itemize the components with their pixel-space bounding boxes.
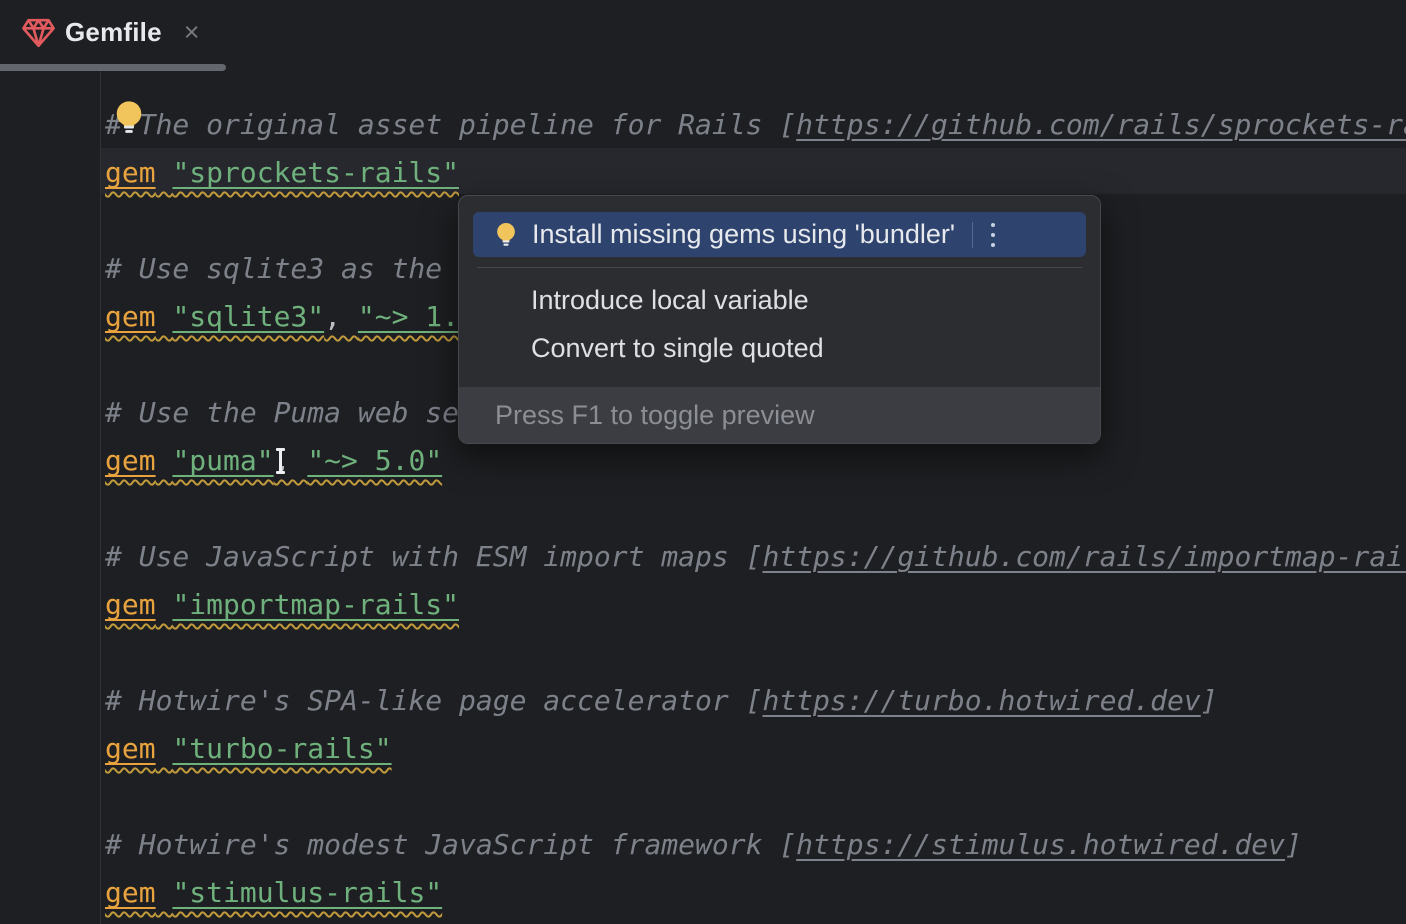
code-line[interactable]: # Hotwire's modest JavaScript framework … (105, 821, 1302, 869)
text-cursor (276, 448, 285, 474)
popup-separator (477, 267, 1082, 268)
code-editor[interactable]: # The original asset pipeline for Rails … (0, 71, 1406, 924)
code-text (156, 444, 173, 477)
intention-action-item[interactable]: Convert to single quoted (459, 324, 1100, 372)
code-comment: ] (1285, 828, 1302, 861)
warning-wavy-underline: gem "importmap-rails" (105, 588, 459, 621)
code-text (156, 732, 173, 765)
code-comment: # Hotwire's SPA-like page accelerator [ (105, 684, 762, 717)
code-line[interactable]: # Hotwire's SPA-like page accelerator [h… (105, 677, 1218, 725)
comment-url-link[interactable]: https://stimulus.hotwired.dev (796, 828, 1285, 861)
intention-bulb-icon[interactable] (111, 99, 147, 137)
code-line[interactable]: gem "importmap-rails" (105, 581, 459, 629)
gem-keyword: gem (105, 444, 156, 477)
gem-string: "stimulus-rails" (172, 876, 442, 909)
code-text (156, 156, 173, 189)
intention-action-label: Install missing gems using 'bundler' (532, 219, 955, 250)
code-comment: ] (1201, 684, 1218, 717)
tab-close-button[interactable]: × (184, 19, 200, 46)
gem-keyword: gem (105, 876, 156, 909)
popup-header-divider (972, 222, 973, 248)
warning-wavy-underline: gem "sqlite3", "~> 1.4" (105, 300, 493, 333)
tab-title: Gemfile (65, 17, 162, 48)
popup-footer-hint: Press F1 to toggle preview (495, 400, 815, 430)
editor-tab-bar: Gemfile × (0, 0, 1406, 71)
code-line[interactable]: gem "puma", "~> 5.0" (105, 437, 442, 485)
gem-string: "sprockets-rails" (172, 156, 459, 189)
kebab-icon (991, 223, 995, 227)
code-line[interactable]: gem "turbo-rails" (105, 725, 392, 773)
intention-action-selected[interactable]: Install missing gems using 'bundler' (473, 212, 1086, 257)
code-text (156, 588, 173, 621)
popup-footer: Press F1 to toggle preview (459, 387, 1100, 443)
gem-string: "turbo-rails" (172, 732, 391, 765)
code-text (156, 876, 173, 909)
active-tab-underline (0, 64, 226, 71)
code-line[interactable]: # Use JavaScript with ESM import maps [h… (105, 533, 1406, 581)
gem-keyword: gem (105, 732, 156, 765)
gem-keyword: gem (105, 588, 156, 621)
more-options-button[interactable] (987, 219, 999, 251)
code-comment: # Use JavaScript with ESM import maps [ (105, 540, 762, 573)
intention-items: Introduce local variableConvert to singl… (459, 276, 1100, 372)
code-line[interactable]: gem "sqlite3", "~> 1.4" (105, 293, 493, 341)
tab-gemfile[interactable]: Gemfile × (0, 0, 226, 71)
intention-actions-popup: Install missing gems using 'bundler' Int… (458, 195, 1101, 444)
code-line[interactable]: gem "stimulus-rails" (105, 869, 442, 917)
intention-action-item[interactable]: Introduce local variable (459, 276, 1100, 324)
code-text: , (324, 300, 358, 333)
warning-wavy-underline: gem "turbo-rails" (105, 732, 392, 765)
code-line[interactable]: gem "sprockets-rails" (105, 149, 459, 197)
code-comment: # The original asset pipeline for Rails … (105, 108, 796, 141)
gem-string: "~> 5.0" (307, 444, 442, 477)
warning-wavy-underline: gem "puma", "~> 5.0" (105, 444, 442, 477)
warning-wavy-underline: gem "stimulus-rails" (105, 876, 442, 909)
lightbulb-icon (493, 221, 519, 249)
code-line[interactable]: # The original asset pipeline for Rails … (105, 101, 1406, 149)
gem-icon (20, 14, 57, 51)
comment-url-link[interactable]: https://github.com/rails/sprockets-rails (796, 108, 1406, 141)
gem-string: "puma" (172, 444, 273, 477)
code-text (156, 300, 173, 333)
comment-url-link[interactable]: https://turbo.hotwired.dev (762, 684, 1200, 717)
comment-url-link[interactable]: https://github.com/rails/importmap-rails (762, 540, 1406, 573)
gem-string: "importmap-rails" (172, 588, 459, 621)
warning-wavy-underline: gem "sprockets-rails" (105, 156, 459, 189)
gem-string: "sqlite3" (172, 300, 324, 333)
gem-keyword: gem (105, 156, 156, 189)
code-comment: # Hotwire's modest JavaScript framework … (105, 828, 796, 861)
gem-keyword: gem (105, 300, 156, 333)
